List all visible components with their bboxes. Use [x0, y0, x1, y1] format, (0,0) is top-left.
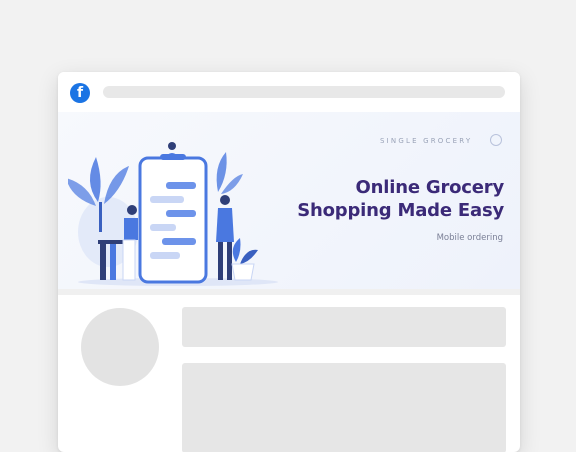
- facebook-icon[interactable]: f: [70, 83, 90, 103]
- section-divider: [58, 289, 520, 295]
- grocery-app-illustration: [68, 142, 278, 286]
- text-placeholder-short: [182, 307, 506, 347]
- brand-name: SINGLE GROCERY: [380, 137, 473, 145]
- post-header: f: [58, 72, 520, 112]
- header-placeholder-bar: [103, 86, 505, 98]
- text-placeholder-long: [182, 363, 506, 452]
- brand-logo-icon: [490, 134, 502, 146]
- headline-line-2: Shopping Made Easy: [297, 200, 504, 221]
- banner-subtitle: Mobile ordering: [436, 233, 503, 243]
- avatar-placeholder: [81, 308, 159, 386]
- promo-banner[interactable]: SINGLE GROCERY Online Grocery Shopping M…: [58, 112, 520, 289]
- headline-line-1: Online Grocery: [355, 177, 505, 198]
- post-card: f SINGLE GROCERY Online Grocery Shopping…: [58, 72, 520, 452]
- banner-headline: Online Grocery Shopping Made Easy: [297, 176, 504, 222]
